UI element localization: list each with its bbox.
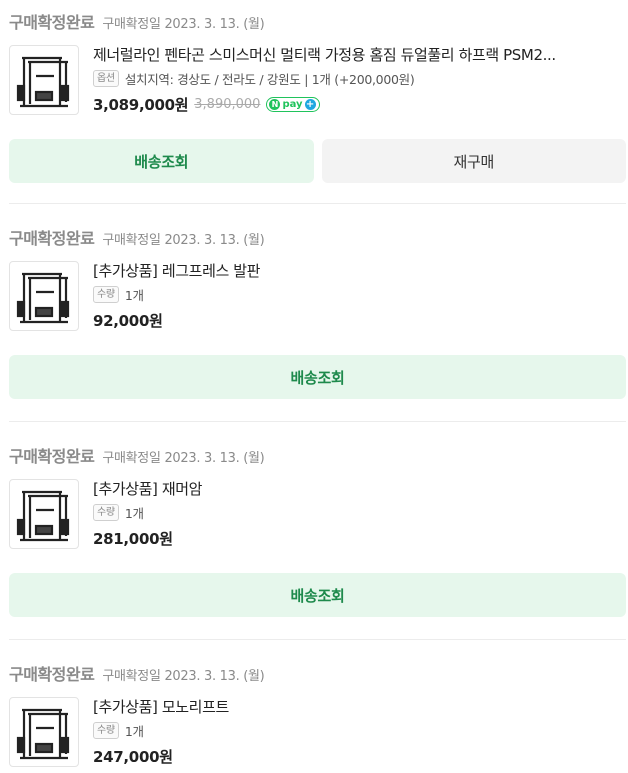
order-status: 구매확정완료: [9, 665, 95, 684]
order-status: 구매확정완료: [9, 447, 95, 466]
product-info: 제너럴라인 펜타곤 스미스머신 멀티랙 가정용 홈짐 듀얼풀리 하프랙 PSM2…: [93, 45, 626, 115]
order-status: 구매확정완료: [9, 229, 95, 248]
order-card: 구매확정완료 구매확정일 2023. 3. 13. (월) [추가상품] 레그프…: [9, 225, 626, 399]
quantity-text: 1개: [124, 724, 144, 739]
track-delivery-button[interactable]: 배송조회: [9, 355, 626, 399]
order-card: 구매확정완료 구매확정일 2023. 3. 13. (월) 제너럴라인 펜타곤 …: [9, 9, 626, 183]
track-delivery-button[interactable]: 배송조회: [9, 139, 314, 183]
product-thumbnail[interactable]: [9, 261, 79, 331]
track-delivery-button[interactable]: 배송조회: [9, 573, 626, 617]
product-row[interactable]: [추가상품] 모노리프트 수량 1개 247,000원: [9, 697, 626, 769]
product-thumbnail[interactable]: [9, 697, 79, 767]
quantity-tag: 수량: [93, 286, 119, 303]
order-status-line: 구매확정완료 구매확정일 2023. 3. 13. (월): [9, 9, 626, 32]
price-row: 3,089,000원 3,890,000 N pay +: [93, 94, 626, 115]
product-thumbnail[interactable]: [9, 45, 79, 115]
order-status-line: 구매확정완료 구매확정일 2023. 3. 13. (월): [9, 225, 626, 248]
product-title[interactable]: [추가상품] 모노리프트: [93, 697, 626, 717]
product-row[interactable]: [추가상품] 재머암 수량 1개 281,000원: [9, 479, 626, 551]
product-info: [추가상품] 재머암 수량 1개 281,000원: [93, 479, 626, 549]
price-row: 247,000원: [93, 746, 626, 767]
order-actions: 배송조회: [9, 355, 626, 399]
divider: [9, 639, 626, 640]
quantity-tag: 수량: [93, 722, 119, 739]
product-quantity: 수량 1개: [93, 285, 626, 304]
confirm-date: 구매확정일 2023. 3. 13. (월): [102, 17, 265, 32]
product-row[interactable]: [추가상품] 레그프레스 발판 수량 1개 92,000원: [9, 261, 626, 333]
quantity-text: 1개: [124, 506, 144, 521]
product-price: 3,089,000원: [93, 96, 189, 114]
product-thumbnail[interactable]: [9, 479, 79, 549]
option-tag: 옵션: [93, 70, 119, 87]
npay-label: pay: [282, 99, 303, 110]
confirm-date: 구매확정일 2023. 3. 13. (월): [102, 451, 265, 466]
reorder-button[interactable]: 재구매: [321, 139, 626, 183]
divider: [9, 421, 626, 422]
product-title[interactable]: [추가상품] 재머암: [93, 479, 626, 499]
product-option: 옵션 설치지역: 경상도 / 전라도 / 강원도 | 1개 (+200,000원…: [93, 69, 626, 88]
order-actions: 배송조회 재구매: [9, 139, 626, 183]
confirm-date: 구매확정일 2023. 3. 13. (월): [102, 669, 265, 684]
order-status-line: 구매확정완료 구매확정일 2023. 3. 13. (월): [9, 443, 626, 466]
plus-icon: +: [304, 99, 316, 110]
product-quantity: 수량 1개: [93, 721, 626, 740]
confirm-date: 구매확정일 2023. 3. 13. (월): [102, 233, 265, 248]
product-title[interactable]: [추가상품] 레그프레스 발판: [93, 261, 626, 281]
quantity-text: 1개: [124, 288, 144, 303]
product-title[interactable]: 제너럴라인 펜타곤 스미스머신 멀티랙 가정용 홈짐 듀얼풀리 하프랙 PSM2…: [93, 45, 626, 65]
product-info: [추가상품] 모노리프트 수량 1개 247,000원: [93, 697, 626, 767]
quantity-tag: 수량: [93, 504, 119, 521]
npay-badge: N pay +: [266, 97, 320, 112]
product-price: 281,000원: [93, 530, 173, 548]
original-price: 3,890,000: [194, 97, 261, 112]
order-card: 구매확정완료 구매확정일 2023. 3. 13. (월) [추가상품] 모노리…: [9, 661, 626, 769]
product-quantity: 수량 1개: [93, 503, 626, 522]
product-price: 92,000원: [93, 312, 163, 330]
naver-pay-icon: N: [269, 99, 281, 110]
product-price: 247,000원: [93, 748, 173, 766]
price-row: 281,000원: [93, 528, 626, 549]
product-info: [추가상품] 레그프레스 발판 수량 1개 92,000원: [93, 261, 626, 331]
divider: [9, 203, 626, 204]
option-text: 설치지역: 경상도 / 전라도 / 강원도 | 1개 (+200,000원): [124, 72, 415, 87]
price-row: 92,000원: [93, 310, 626, 331]
order-actions: 배송조회: [9, 573, 626, 617]
product-row[interactable]: 제너럴라인 펜타곤 스미스머신 멀티랙 가정용 홈짐 듀얼풀리 하프랙 PSM2…: [9, 45, 626, 117]
order-card: 구매확정완료 구매확정일 2023. 3. 13. (월) [추가상품] 재머암…: [9, 443, 626, 617]
order-status: 구매확정완료: [9, 13, 95, 32]
order-status-line: 구매확정완료 구매확정일 2023. 3. 13. (월): [9, 661, 626, 684]
